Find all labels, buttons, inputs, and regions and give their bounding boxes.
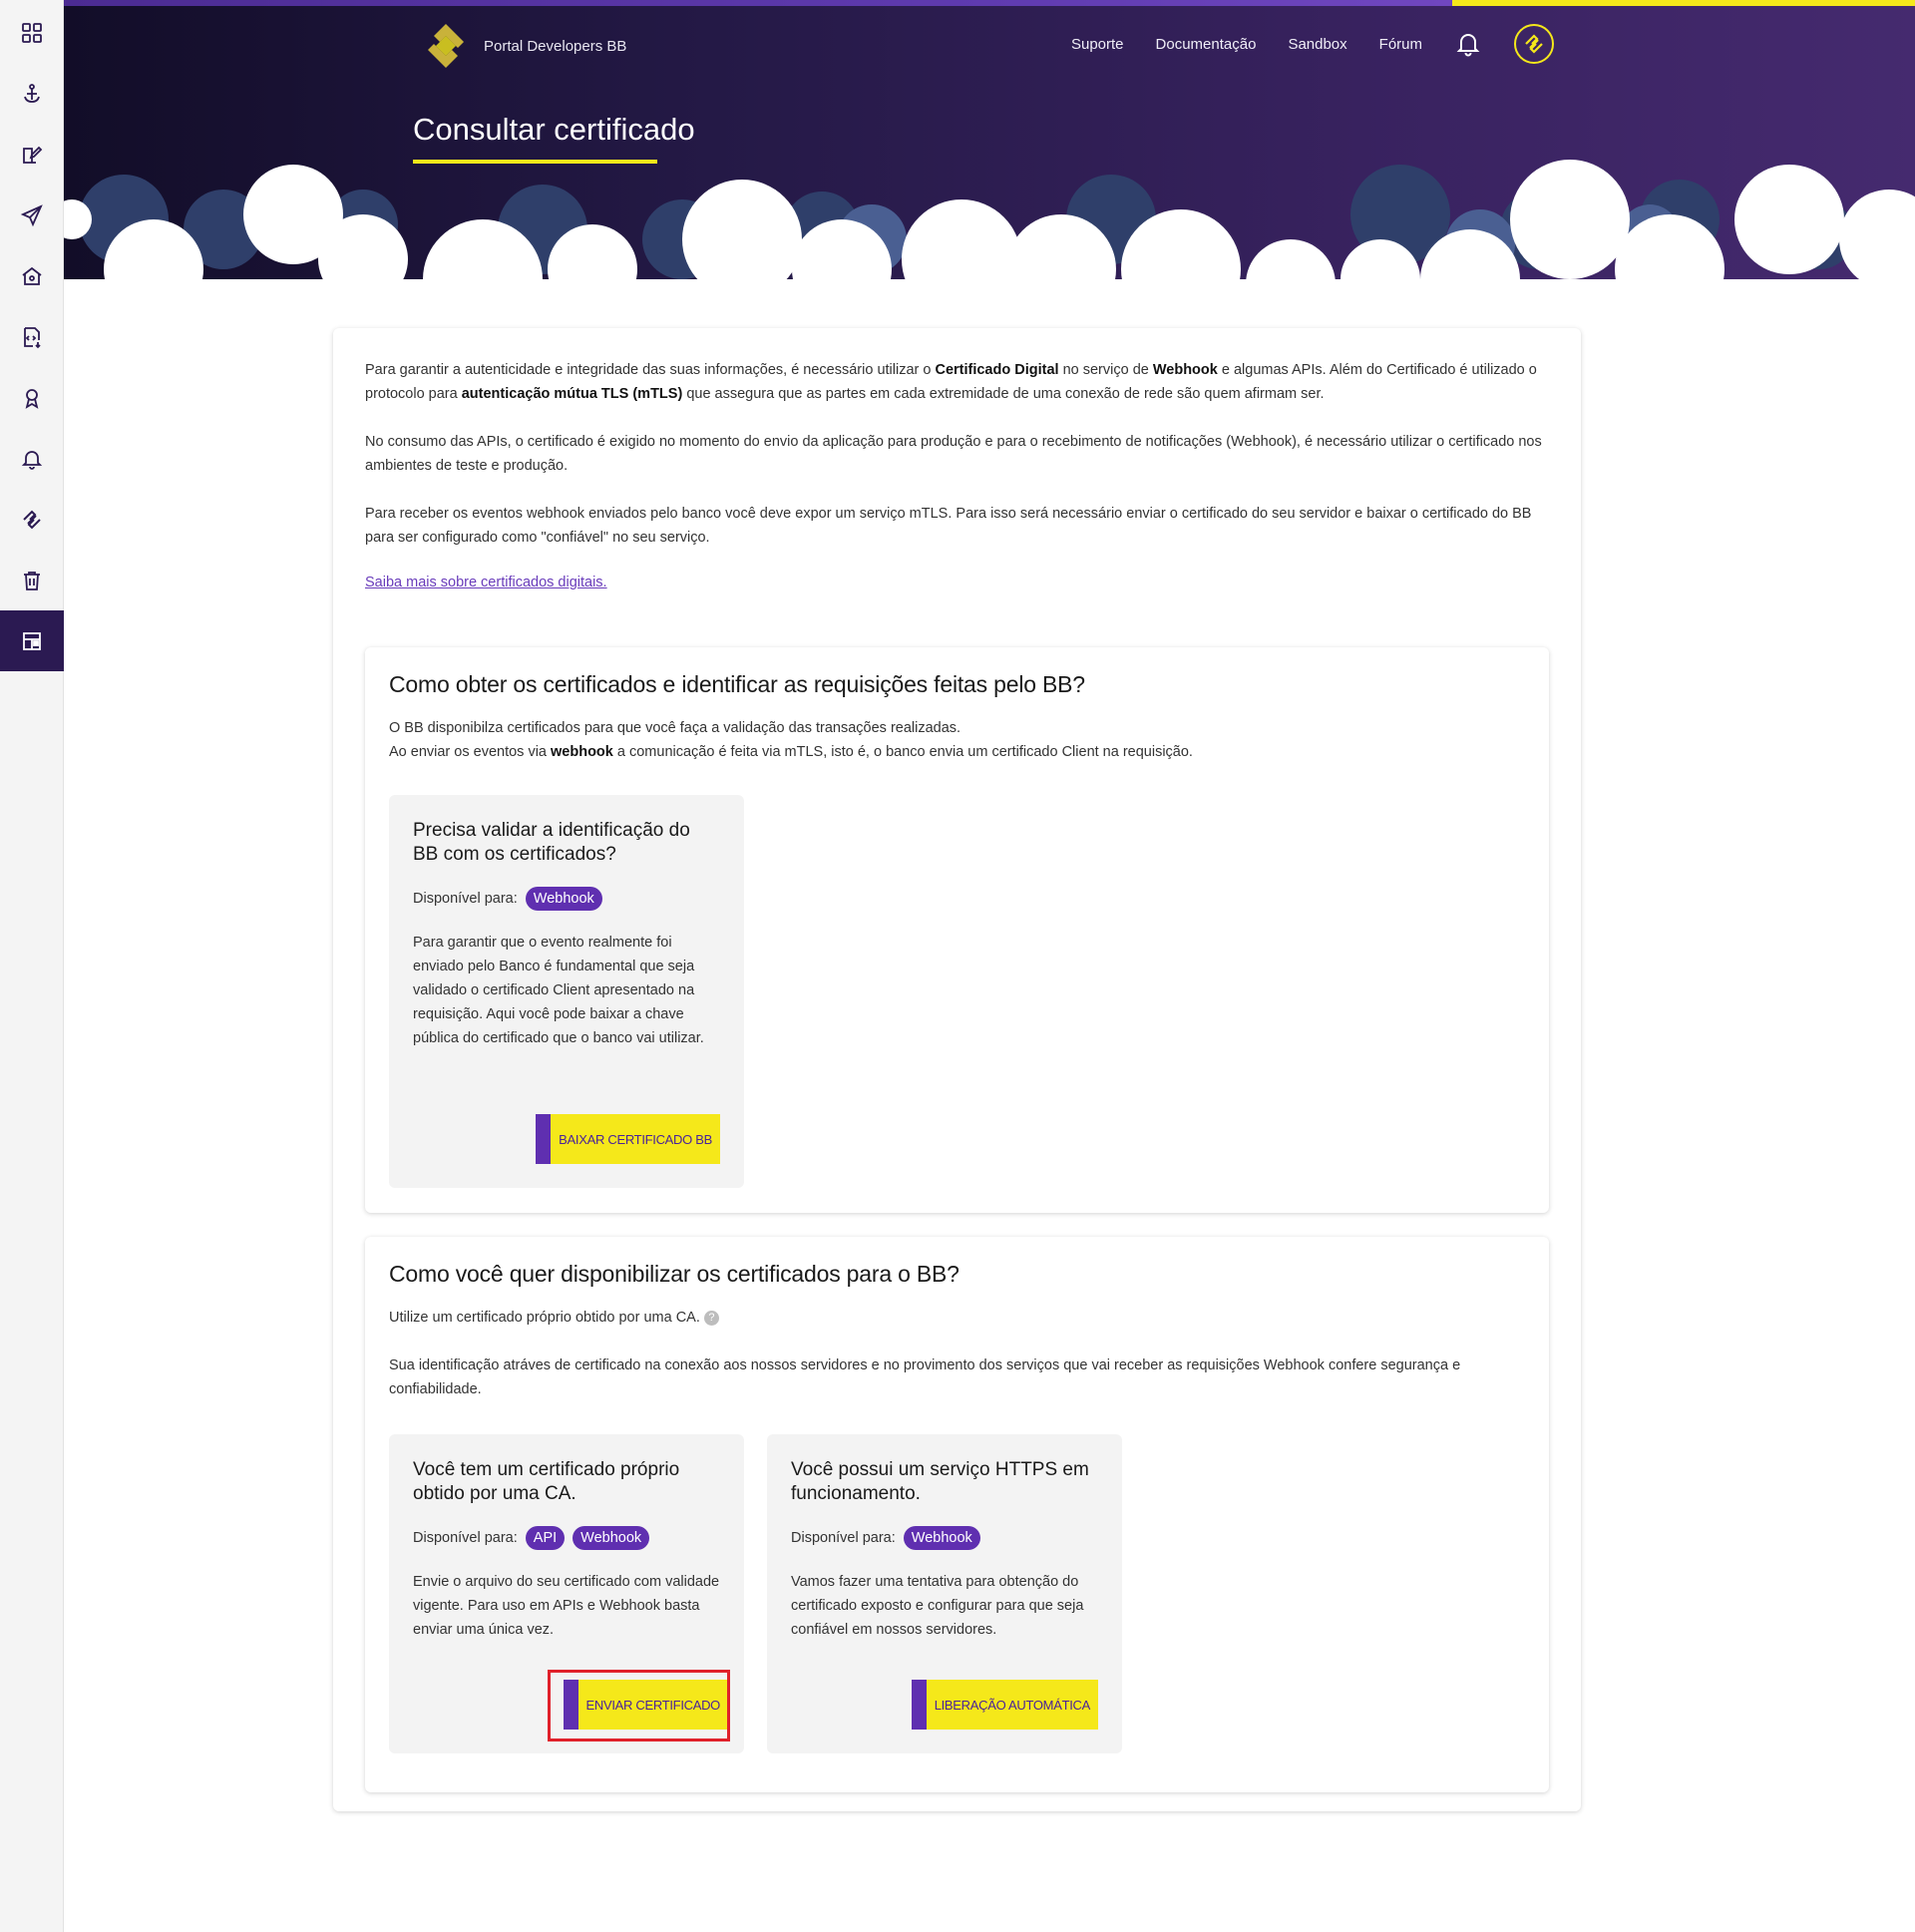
intro-paragraph-2: No consumo das APIs, o certificado é exi… bbox=[365, 434, 1542, 474]
edit-icon bbox=[23, 146, 43, 164]
user-avatar[interactable] bbox=[1514, 24, 1554, 64]
top-nav: Suporte Documentação Sandbox Fórum bbox=[1071, 24, 1554, 64]
sidebar bbox=[0, 0, 64, 1932]
top-accent-stripe bbox=[64, 0, 1915, 6]
sidebar-item-send[interactable] bbox=[0, 185, 64, 245]
section-title: Como obter os certificados e identificar… bbox=[389, 671, 1085, 697]
availability: Disponível para: Webhook bbox=[791, 1526, 1098, 1550]
sidebar-item-notifications[interactable] bbox=[0, 428, 64, 489]
intro-paragraph-3: Para receber os eventos webhook enviados… bbox=[365, 506, 1532, 546]
section-provide-certificates: Como você quer disponibilizar os certifi… bbox=[365, 1237, 1549, 1792]
tag-webhook: Webhook bbox=[903, 1526, 980, 1550]
send-icon bbox=[20, 203, 43, 226]
validate-bb-card: Precisa validar a identificação do BB co… bbox=[389, 795, 744, 1188]
sidebar-item-code[interactable] bbox=[0, 306, 64, 367]
notifications-button[interactable] bbox=[1454, 30, 1482, 58]
section-description-1: Utilize um certificado próprio obtido po… bbox=[389, 1306, 1525, 1330]
tag-webhook: Webhook bbox=[525, 887, 602, 911]
section-title: Como você quer disponibilizar os certifi… bbox=[389, 1261, 959, 1287]
bb-logo-icon bbox=[428, 24, 464, 68]
tag-api: API bbox=[525, 1526, 566, 1550]
card-title: Você tem um certificado próprio obtido p… bbox=[413, 1459, 680, 1504]
download-bb-certificate-button[interactable]: BAIXAR CERTIFICADO BB bbox=[536, 1114, 720, 1164]
clouds-decoration bbox=[64, 160, 1915, 319]
availability: Disponível para: Webhook bbox=[413, 887, 720, 911]
sidebar-item-apps[interactable] bbox=[0, 2, 64, 63]
bb-logo-icon bbox=[1525, 34, 1543, 54]
nav-documentacao[interactable]: Documentação bbox=[1156, 36, 1257, 53]
availability: Disponível para: API Webhook bbox=[413, 1526, 720, 1550]
automatic-release-button[interactable]: LIBERAÇÃO AUTOMÁTICA bbox=[911, 1680, 1098, 1730]
home-icon bbox=[22, 266, 42, 285]
help-icon[interactable]: ? bbox=[703, 1310, 719, 1326]
grid-icon bbox=[22, 22, 42, 43]
section-description-2: Sua identificação atráves de certificado… bbox=[389, 1357, 1461, 1397]
portal-logo[interactable]: Portal Developers BB bbox=[420, 20, 626, 72]
bell-icon bbox=[21, 450, 43, 470]
sidebar-item-dashboard[interactable] bbox=[0, 610, 64, 671]
nav-suporte[interactable]: Suporte bbox=[1071, 36, 1124, 53]
https-service-card: Você possui um serviço HTTPS em funciona… bbox=[767, 1434, 1122, 1753]
availability-label: Disponível para: bbox=[791, 1530, 896, 1546]
sidebar-item-anchor[interactable] bbox=[0, 63, 64, 124]
nav-forum[interactable]: Fórum bbox=[1379, 36, 1422, 53]
dashboard-icon bbox=[23, 631, 41, 650]
bb-logo-icon bbox=[23, 510, 41, 529]
anchor-icon bbox=[24, 83, 40, 103]
card-title: Você possui um serviço HTTPS em funciona… bbox=[791, 1459, 1089, 1504]
highlight-box bbox=[548, 1670, 730, 1741]
section-description: O BB disponibilza certificados para que … bbox=[389, 720, 1193, 760]
card-description: Vamos fazer uma tentativa para obtenção … bbox=[791, 1574, 1084, 1638]
availability-label: Disponível para: bbox=[413, 1530, 518, 1546]
learn-more-link[interactable]: Saiba mais sobre certificados digitais. bbox=[365, 575, 607, 590]
card-description: Para garantir que o evento realmente foi… bbox=[413, 935, 704, 1046]
trash-icon bbox=[24, 571, 40, 590]
portal-name: Portal Developers BB bbox=[484, 37, 627, 55]
section-obtain-certificates: Como obter os certificados e identificar… bbox=[365, 647, 1549, 1213]
code-file-icon bbox=[24, 326, 41, 348]
sidebar-item-trash[interactable] bbox=[0, 550, 64, 610]
tag-webhook: Webhook bbox=[573, 1526, 650, 1550]
sidebar-item-bb[interactable] bbox=[0, 489, 64, 550]
nav-sandbox[interactable]: Sandbox bbox=[1288, 36, 1346, 53]
intro-paragraph-1: Para garantir a autenticidade e integrid… bbox=[365, 362, 1537, 402]
award-icon bbox=[25, 388, 39, 409]
page-title: Consultar certificado bbox=[413, 112, 695, 147]
sidebar-item-edit[interactable] bbox=[0, 124, 64, 185]
header: Portal Developers BB Suporte Documentaçã… bbox=[64, 0, 1915, 319]
card-title: Precisa validar a identificação do BB co… bbox=[413, 820, 690, 865]
availability-label: Disponível para: bbox=[413, 891, 518, 907]
bell-icon bbox=[1456, 34, 1480, 57]
intro-text: Para garantir a autenticidade e integrid… bbox=[365, 358, 1549, 591]
certificate-card: Para garantir a autenticidade e integrid… bbox=[333, 328, 1581, 1811]
card-description: Envie o arquivo do seu certificado com v… bbox=[413, 1574, 720, 1638]
own-certificate-card: Você tem um certificado próprio obtido p… bbox=[389, 1434, 744, 1753]
sidebar-item-award[interactable] bbox=[0, 367, 64, 428]
sidebar-item-home[interactable] bbox=[0, 245, 64, 306]
